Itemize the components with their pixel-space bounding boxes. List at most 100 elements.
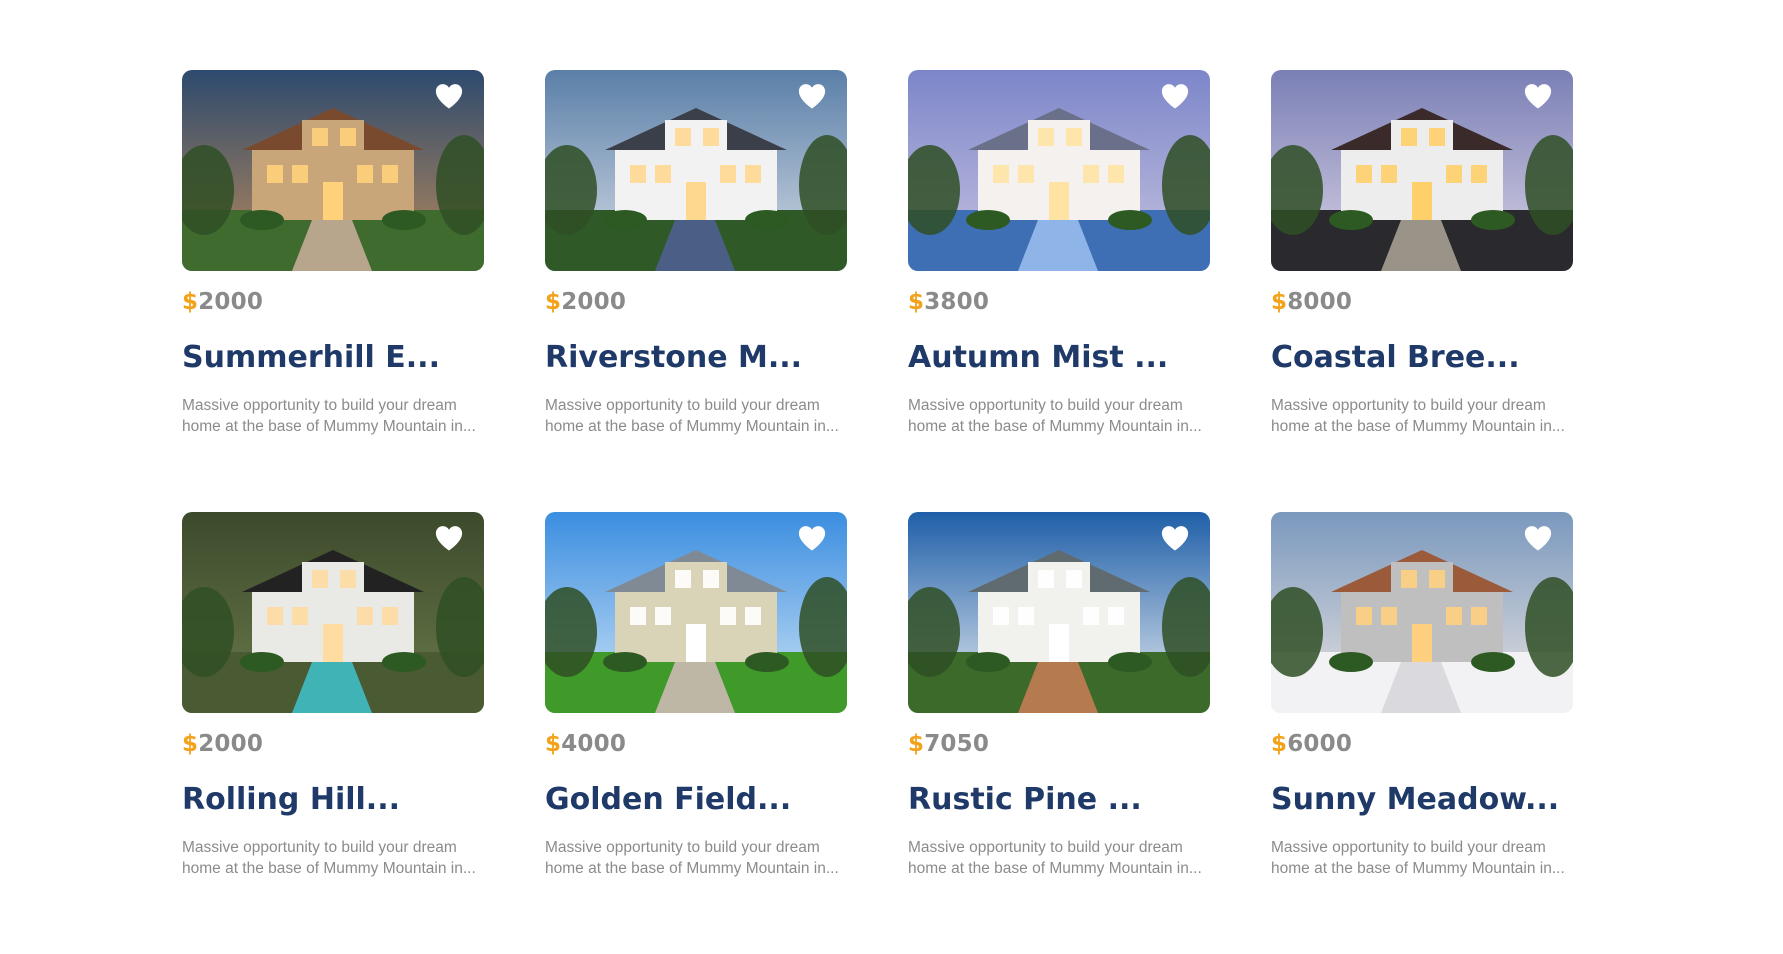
photo-window — [703, 128, 719, 146]
currency-symbol: $ — [182, 731, 199, 757]
favorite-button[interactable] — [1160, 524, 1190, 552]
property-title[interactable]: Coastal Bree... — [1271, 339, 1573, 377]
description-line: home at the base of Mummy Mountain in... — [182, 860, 476, 877]
heart-icon — [435, 526, 463, 551]
favorite-button[interactable] — [1523, 82, 1553, 110]
property-card[interactable]: $6000 Sunny Meadow... Massive opportunit… — [1271, 512, 1573, 954]
description-line: Massive opportunity to build your dream — [545, 397, 820, 414]
favorite-button[interactable] — [1523, 524, 1553, 552]
description-line: home at the base of Mummy Mountain in... — [1271, 418, 1565, 435]
property-card[interactable]: $3800 Autumn Mist ... Massive opportunit… — [908, 70, 1210, 512]
property-price: $2000 — [182, 287, 484, 317]
photo-window — [1401, 128, 1417, 146]
property-description: Massive opportunity to build your dream … — [182, 837, 484, 879]
photo-shrub — [240, 652, 284, 672]
property-card[interactable]: $8000 Coastal Bree... Massive opportunit… — [1271, 70, 1573, 512]
currency-symbol: $ — [1271, 731, 1288, 757]
photo-window — [1018, 165, 1034, 183]
photo-shrub — [1471, 652, 1515, 672]
favorite-button[interactable] — [1160, 82, 1190, 110]
property-description: Massive opportunity to build your dream … — [908, 837, 1210, 879]
price-value: 7050 — [924, 731, 990, 757]
photo-shrub — [382, 210, 426, 230]
photo-door — [1049, 624, 1069, 662]
price-value: 3800 — [924, 289, 990, 315]
description-line: Massive opportunity to build your dream — [545, 839, 820, 856]
heart-icon — [798, 526, 826, 551]
photo-window — [993, 607, 1009, 625]
favorite-button[interactable] — [434, 524, 464, 552]
property-image[interactable] — [545, 512, 847, 713]
photo-window — [340, 570, 356, 588]
photo-window — [720, 165, 736, 183]
favorite-button[interactable] — [797, 524, 827, 552]
photo-door — [1412, 624, 1432, 662]
property-title[interactable]: Riverstone M... — [545, 339, 847, 377]
photo-window — [1108, 607, 1124, 625]
photo-window — [675, 128, 691, 146]
photo-shrub — [1329, 652, 1373, 672]
photo-window — [1429, 570, 1445, 588]
photo-window — [312, 570, 328, 588]
photo-door — [1049, 182, 1069, 220]
property-image[interactable] — [908, 70, 1210, 271]
photo-door — [323, 182, 343, 220]
photo-shrub — [240, 210, 284, 230]
heart-icon — [798, 84, 826, 109]
property-image[interactable] — [545, 70, 847, 271]
property-title[interactable]: Rustic Pine ... — [908, 781, 1210, 819]
price-value: 2000 — [198, 289, 264, 315]
photo-shrub — [1108, 652, 1152, 672]
property-card[interactable]: $7050 Rustic Pine ... Massive opportunit… — [908, 512, 1210, 954]
photo-window — [720, 607, 736, 625]
description-line: Massive opportunity to build your dream — [182, 397, 457, 414]
photo-window — [1108, 165, 1124, 183]
photo-window — [655, 165, 671, 183]
photo-window — [1401, 570, 1417, 588]
property-image[interactable] — [908, 512, 1210, 713]
photo-window — [1446, 607, 1462, 625]
property-image[interactable] — [1271, 512, 1573, 713]
property-image[interactable] — [1271, 70, 1573, 271]
description-line: home at the base of Mummy Mountain in... — [1271, 860, 1565, 877]
photo-window — [340, 128, 356, 146]
photo-window — [1381, 165, 1397, 183]
property-price: $6000 — [1271, 729, 1573, 759]
photo-window — [357, 607, 373, 625]
photo-shrub — [603, 210, 647, 230]
property-description: Massive opportunity to build your dream … — [545, 837, 847, 879]
property-title[interactable]: Autumn Mist ... — [908, 339, 1210, 377]
property-card[interactable]: $2000 Riverstone M... Massive opportunit… — [545, 70, 847, 512]
property-description: Massive opportunity to build your dream … — [1271, 837, 1573, 879]
photo-shrub — [966, 652, 1010, 672]
property-image[interactable] — [182, 70, 484, 271]
property-card[interactable]: $4000 Golden Field... Massive opportunit… — [545, 512, 847, 954]
property-price: $2000 — [545, 287, 847, 317]
favorite-button[interactable] — [797, 82, 827, 110]
property-title[interactable]: Golden Field... — [545, 781, 847, 819]
photo-window — [1381, 607, 1397, 625]
favorite-button[interactable] — [434, 82, 464, 110]
property-description: Massive opportunity to build your dream … — [545, 395, 847, 437]
photo-shrub — [1471, 210, 1515, 230]
property-card[interactable]: $2000 Summerhill E... Massive opportunit… — [182, 70, 484, 512]
property-image[interactable] — [182, 512, 484, 713]
photo-shrub — [966, 210, 1010, 230]
photo-window — [382, 165, 398, 183]
photo-window — [1471, 165, 1487, 183]
photo-window — [703, 570, 719, 588]
property-title[interactable]: Rolling Hill... — [182, 781, 484, 819]
photo-window — [1038, 128, 1054, 146]
property-card[interactable]: $2000 Rolling Hill... Massive opportunit… — [182, 512, 484, 954]
currency-symbol: $ — [182, 289, 199, 315]
property-title[interactable]: Summerhill E... — [182, 339, 484, 377]
photo-shrub — [1329, 210, 1373, 230]
property-price: $7050 — [908, 729, 1210, 759]
description-line: home at the base of Mummy Mountain in... — [545, 418, 839, 435]
heart-icon — [1161, 84, 1189, 109]
photo-window — [1083, 607, 1099, 625]
photo-window — [1446, 165, 1462, 183]
photo-window — [745, 165, 761, 183]
property-title[interactable]: Sunny Meadow... — [1271, 781, 1573, 819]
property-price: $8000 — [1271, 287, 1573, 317]
